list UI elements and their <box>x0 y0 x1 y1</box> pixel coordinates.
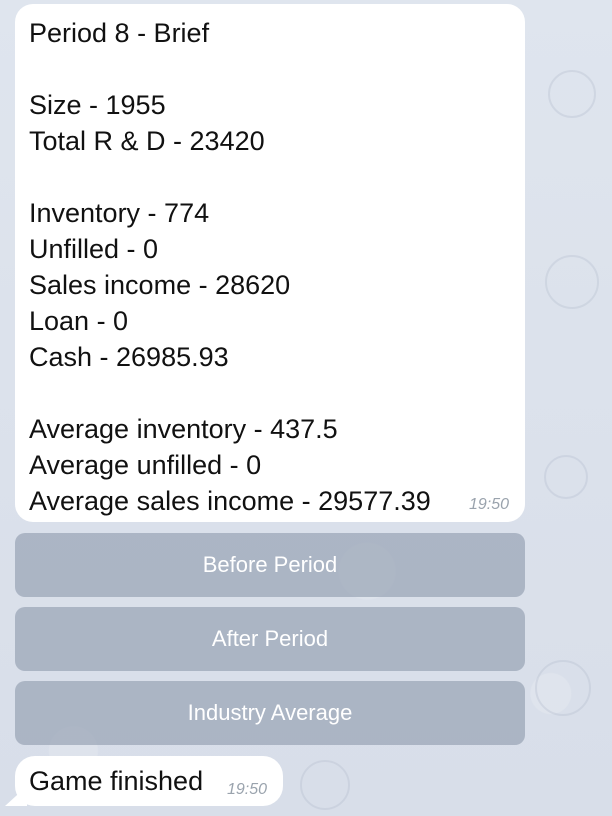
before-period-button[interactable]: Before Period <box>15 533 525 597</box>
average-sales-income-line: Average sales income - 29577.39 <box>29 486 431 516</box>
doodle-decoration <box>300 760 350 810</box>
brief-message-bubble: Period 8 - Brief Size - 1955 Total R & D… <box>15 4 525 522</box>
doodle-decoration <box>545 255 599 309</box>
message-timestamp: 19:50 <box>226 781 267 798</box>
average-unfilled-line: Average unfilled - 0 <box>29 450 262 480</box>
size-line: Size - 1955 <box>29 90 166 120</box>
unfilled-line: Unfilled - 0 <box>29 234 159 264</box>
brief-title: Period 8 - Brief <box>29 18 210 48</box>
doodle-decoration <box>535 660 591 716</box>
game-finished-message-bubble: Game finished 19:50 <box>15 756 283 806</box>
message-timestamp: 19:50 <box>468 496 509 513</box>
total-rd-line: Total R & D - 23420 <box>29 126 265 156</box>
loan-line: Loan - 0 <box>29 306 129 336</box>
doodle-decoration <box>544 455 588 499</box>
after-period-button[interactable]: After Period <box>15 607 525 671</box>
cash-line: Cash - 26985.93 <box>29 342 229 372</box>
inventory-line: Inventory - 774 <box>29 198 210 228</box>
average-inventory-line: Average inventory - 437.5 <box>29 414 338 444</box>
sales-income-line: Sales income - 28620 <box>29 270 291 300</box>
doodle-decoration <box>548 70 596 118</box>
industry-average-button[interactable]: Industry Average <box>15 681 525 745</box>
